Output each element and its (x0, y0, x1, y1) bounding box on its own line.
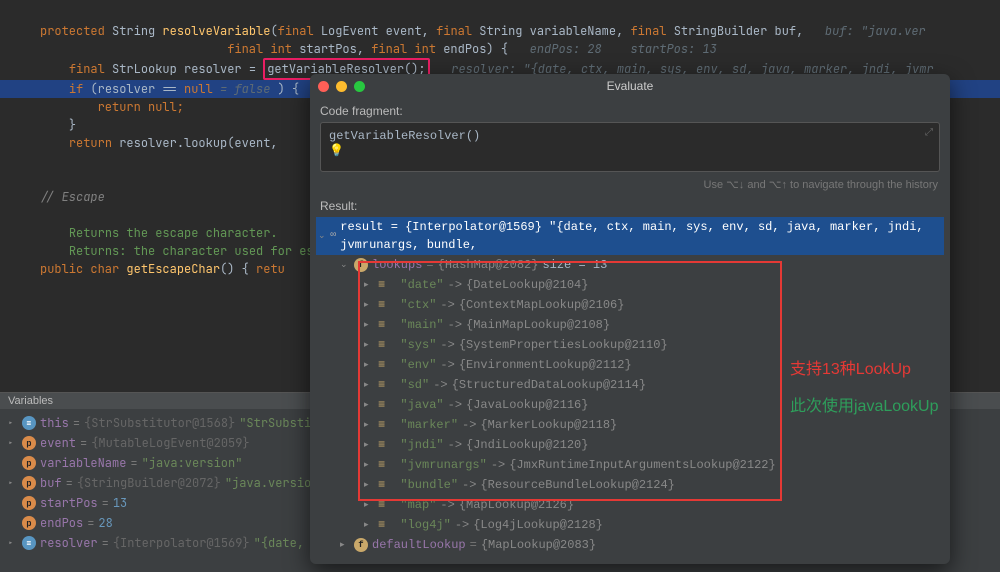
chevron-right-icon[interactable]: ▸ (364, 436, 374, 454)
map-entry-icon: ≡ (378, 296, 385, 314)
annotation-2: 此次使用javaLookUp (790, 392, 939, 416)
chevron-right-icon[interactable]: ▸ (364, 396, 374, 414)
map-entry-icon: ≡ (378, 416, 385, 434)
var-name: variableName (40, 454, 126, 472)
maximize-icon[interactable] (354, 81, 365, 92)
map-entry-icon: ≡ (378, 456, 385, 474)
param-icon: p (22, 476, 36, 490)
map-entry-row[interactable]: ▸≡ "sys" -> {SystemPropertiesLookup@2110… (316, 335, 944, 355)
annotation-1: 支持13种LookUp (790, 355, 911, 379)
var-name: buf (40, 474, 62, 492)
var-name: resolver (40, 534, 98, 552)
var-name: this (40, 414, 69, 432)
map-entry-row[interactable]: ▸≡ "marker" -> {MarkerLookup@2118} (316, 415, 944, 435)
nav-hint: Use ⌥↓ and ⌥↑ to navigate through the hi… (310, 176, 950, 197)
chevron-right-icon[interactable]: ▸ (364, 496, 374, 514)
stack-icon: ≡ (22, 416, 36, 430)
map-entry-row[interactable]: ▸≡ "jvmrunargs" -> {JmxRuntimeInputArgum… (316, 455, 944, 475)
param-icon: p (22, 456, 36, 470)
field-icon: f (354, 258, 368, 272)
chevron-right-icon[interactable]: ▸ (8, 434, 18, 452)
default-lookup-row[interactable]: ▸ f defaultLookup = {MapLookup@2083} (316, 535, 944, 555)
chevron-right-icon[interactable]: ▸ (8, 534, 18, 552)
code-fragment-label: Code fragment: (310, 98, 950, 120)
result-label: Result: (310, 197, 950, 215)
var-name: endPos (40, 514, 83, 532)
map-entry-row[interactable]: ▸≡ "main" -> {MainMapLookup@2108} (316, 315, 944, 335)
chevron-right-icon[interactable]: ▸ (364, 356, 374, 374)
map-entry-icon: ≡ (378, 376, 385, 394)
chevron-right-icon[interactable]: ▸ (8, 474, 18, 492)
map-entry-row[interactable]: ▸≡ "date" -> {DateLookup@2104} (316, 275, 944, 295)
chevron-right-icon[interactable]: ▸ (364, 416, 374, 434)
var-name: event (40, 434, 76, 452)
map-entry-icon: ≡ (378, 336, 385, 354)
chevron-right-icon[interactable]: ▸ (364, 516, 374, 534)
configuration-row[interactable]: ▸ f configuration = {XmlConfiguration@15… (316, 555, 944, 558)
map-entry-row[interactable]: ▸≡ "ctx" -> {ContextMapLookup@2106} (316, 295, 944, 315)
link-icon: ∞ (330, 227, 336, 245)
param-icon: p (22, 496, 36, 510)
expand-icon[interactable]: ⤢ (925, 127, 933, 139)
var-name: startPos (40, 494, 98, 512)
map-entry-icon: ≡ (378, 316, 385, 334)
chevron-down-icon[interactable]: ⌄ (318, 227, 326, 245)
param-icon: p (22, 516, 36, 530)
chevron-right-icon[interactable]: ▸ (364, 296, 374, 314)
code-fragment-input[interactable]: getVariableResolver() 💡 ⤢ (320, 122, 940, 172)
map-entry-icon: ≡ (378, 276, 385, 294)
map-entry-icon: ≡ (378, 396, 385, 414)
chevron-right-icon[interactable]: ▸ (364, 276, 374, 294)
map-entry-row[interactable]: ▸≡ "log4j" -> {Log4jLookup@2128} (316, 515, 944, 535)
minimize-icon[interactable] (336, 81, 347, 92)
map-entry-icon: ≡ (378, 356, 385, 374)
map-entry-icon: ≡ (378, 516, 385, 534)
lookups-row[interactable]: ⌄ f lookups = {HashMap@2082} size = 13 (316, 255, 944, 275)
map-entry-icon: ≡ (378, 436, 385, 454)
chevron-right-icon[interactable]: ▸ (364, 376, 374, 394)
chevron-right-icon[interactable]: ▸ (364, 316, 374, 334)
chevron-right-icon[interactable]: ▸ (364, 456, 374, 474)
map-entry-icon: ≡ (378, 496, 385, 514)
map-entry-row[interactable]: ▸≡ "map" -> {MapLookup@2126} (316, 495, 944, 515)
map-entry-icon: ≡ (378, 476, 385, 494)
result-tree[interactable]: ⌄ ∞ result = {Interpolator@1569} "{date,… (316, 217, 944, 558)
chevron-down-icon[interactable]: ⌄ (340, 256, 350, 274)
chevron-right-icon[interactable]: ▸ (364, 476, 374, 494)
map-entry-row[interactable]: ▸≡ "bundle" -> {ResourceBundleLookup@212… (316, 475, 944, 495)
result-root-row[interactable]: ⌄ ∞ result = {Interpolator@1569} "{date,… (316, 217, 944, 255)
field-icon: f (354, 538, 368, 552)
chevron-right-icon[interactable]: ▸ (340, 536, 350, 554)
close-icon[interactable] (318, 81, 329, 92)
chevron-right-icon[interactable]: ▸ (8, 414, 18, 432)
bulb-icon[interactable]: 💡 (329, 144, 344, 158)
stack-icon: ≡ (22, 536, 36, 550)
dialog-title: Evaluate (310, 79, 950, 93)
map-entry-row[interactable]: ▸≡ "jndi" -> {JndiLookup@2120} (316, 435, 944, 455)
dialog-titlebar[interactable]: Evaluate (310, 74, 950, 98)
param-icon: p (22, 436, 36, 450)
chevron-right-icon[interactable]: ▸ (364, 336, 374, 354)
evaluate-dialog: Evaluate Code fragment: getVariableResol… (310, 74, 950, 564)
